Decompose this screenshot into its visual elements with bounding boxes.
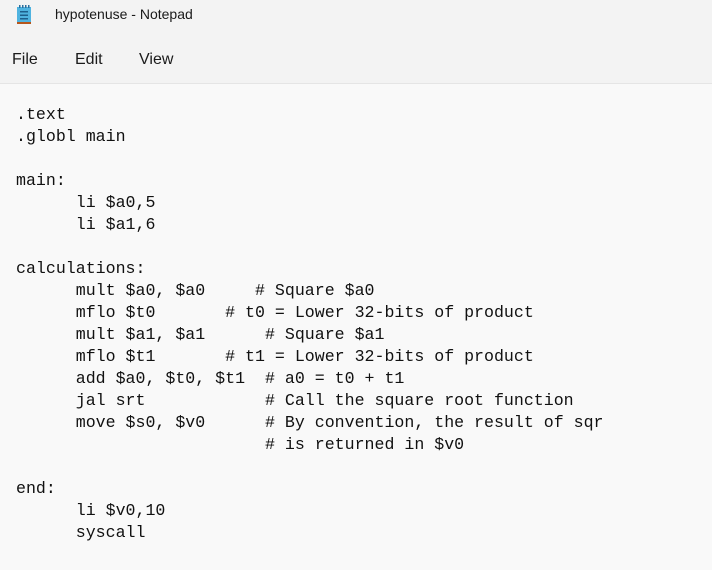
code-line: move $s0, $v0 # By convention, the resul… bbox=[16, 413, 604, 432]
window-title: hypotenuse - Notepad bbox=[55, 6, 193, 22]
editor-content[interactable]: .text .globl main main: li $a0,5 li $a1,6… bbox=[16, 104, 604, 544]
text-editor[interactable]: .text .globl main main: li $a0,5 li $a1,6… bbox=[0, 84, 712, 570]
notepad-icon bbox=[16, 5, 32, 25]
code-line: jal srt # Call the square root function bbox=[16, 391, 574, 410]
code-line: mult $a1, $a1 # Square $a1 bbox=[16, 325, 385, 344]
code-line: calculations: bbox=[16, 259, 146, 278]
code-line: mflo $t1 # t1 = Lower 32-bits of product bbox=[16, 347, 534, 366]
menu-file[interactable]: File bbox=[12, 51, 38, 69]
code-line: main: bbox=[16, 171, 66, 190]
code-line: mflo $t0 # t0 = Lower 32-bits of product bbox=[16, 303, 534, 322]
code-line: li $a0,5 bbox=[16, 193, 156, 212]
code-line: .text bbox=[16, 105, 66, 124]
code-line: .globl main bbox=[16, 127, 126, 146]
menu-edit[interactable]: Edit bbox=[75, 51, 103, 69]
code-line: add $a0, $t0, $t1 # a0 = t0 + t1 bbox=[16, 369, 405, 388]
menu-view[interactable]: View bbox=[139, 51, 173, 69]
code-line: li $a1,6 bbox=[16, 215, 156, 234]
code-line: li $v0,10 bbox=[16, 501, 166, 520]
code-line: # is returned in $v0 bbox=[16, 435, 465, 454]
code-line: mult $a0, $a0 # Square $a0 bbox=[16, 281, 375, 300]
title-bar: hypotenuse - Notepad bbox=[0, 0, 712, 32]
menu-bar: File Edit View bbox=[0, 32, 712, 84]
code-line: end: bbox=[16, 479, 56, 498]
code-line: syscall bbox=[16, 523, 146, 542]
